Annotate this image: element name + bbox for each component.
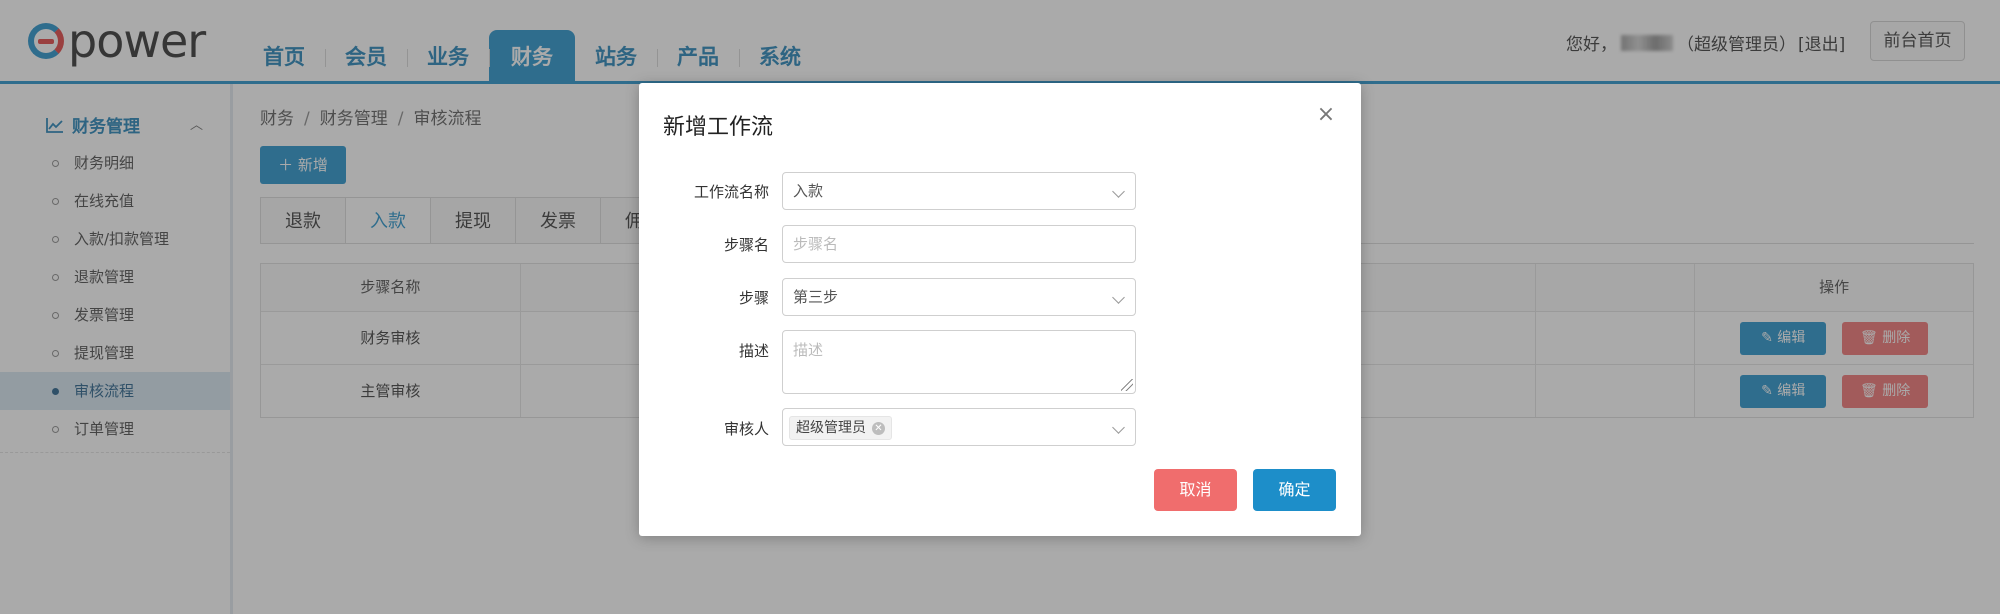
description-label: 描述 bbox=[738, 342, 769, 360]
reviewer-multiselect[interactable]: 超级管理员 ✕ bbox=[782, 408, 1136, 446]
chevron-down-icon bbox=[1112, 185, 1125, 198]
step-label: 步骤 bbox=[738, 289, 769, 307]
workflow-name-value: 入款 bbox=[793, 182, 824, 200]
step-select[interactable]: 第三步 bbox=[782, 278, 1136, 316]
workflow-name-label: 工作流名称 bbox=[693, 183, 769, 201]
close-icon[interactable]: × bbox=[1316, 104, 1336, 126]
reviewer-tag-label: 超级管理员 bbox=[796, 420, 866, 436]
description-placeholder: 描述 bbox=[793, 341, 824, 359]
chevron-down-icon bbox=[1112, 291, 1125, 304]
new-workflow-dialog: 新增工作流 × 工作流名称 入款 步骤名 步骤名 步骤 第三步 描述 描述 审核… bbox=[639, 83, 1361, 536]
tag-remove-icon[interactable]: ✕ bbox=[872, 421, 885, 435]
resize-handle-icon[interactable] bbox=[1121, 379, 1133, 391]
confirm-button[interactable]: 确定 bbox=[1253, 469, 1336, 511]
step-name-label: 步骤名 bbox=[723, 236, 769, 254]
cancel-button[interactable]: 取消 bbox=[1154, 469, 1237, 511]
description-textarea[interactable]: 描述 bbox=[782, 330, 1136, 394]
workflow-name-select[interactable]: 入款 bbox=[782, 172, 1136, 210]
reviewer-label: 审核人 bbox=[723, 420, 769, 438]
dialog-title: 新增工作流 bbox=[663, 115, 774, 140]
reviewer-tag-chip: 超级管理员 ✕ bbox=[789, 416, 892, 440]
chevron-down-icon bbox=[1112, 421, 1125, 434]
step-name-input[interactable]: 步骤名 bbox=[782, 225, 1136, 263]
step-value: 第三步 bbox=[793, 288, 839, 306]
